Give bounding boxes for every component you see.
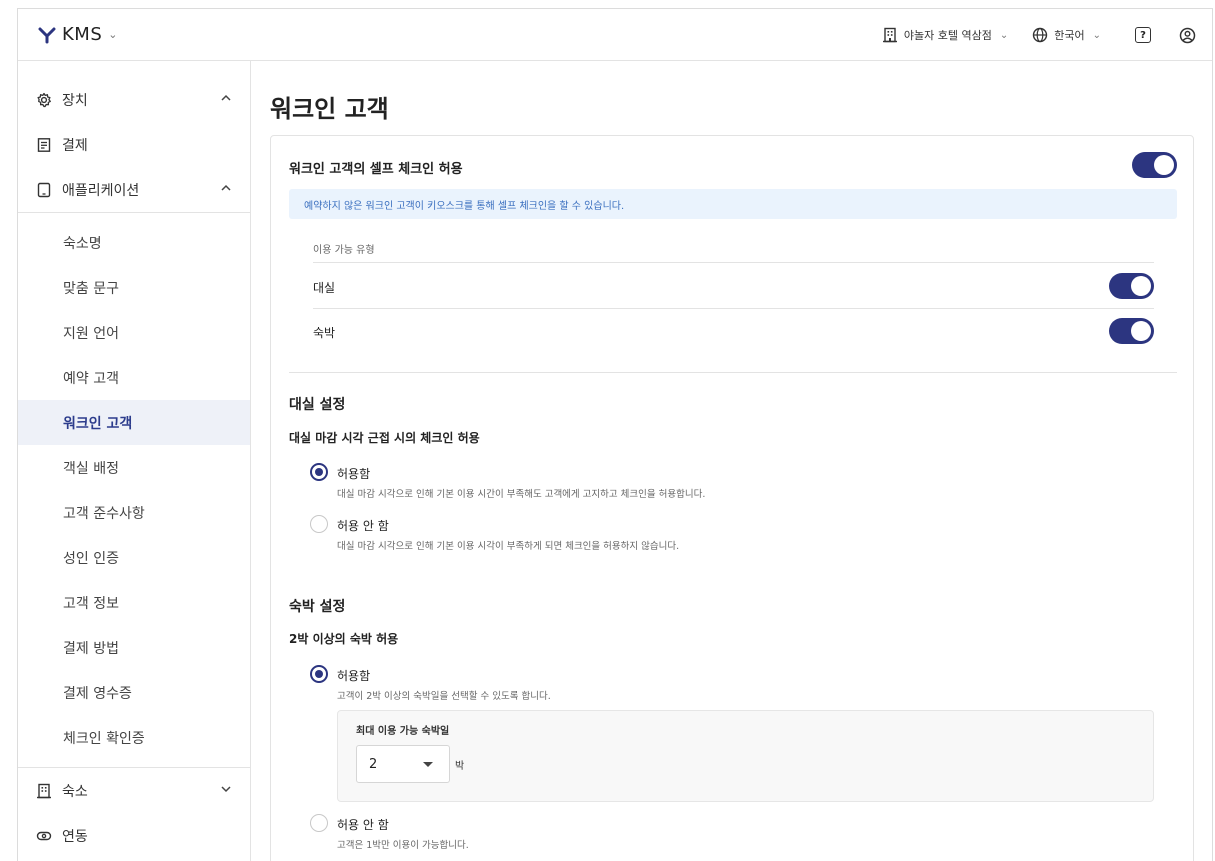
- sidebar-group-label: 연동: [62, 828, 88, 845]
- daesil-settings-heading: 대실 설정: [289, 397, 346, 413]
- sidebar-item-property-name[interactable]: 숙소명: [18, 220, 250, 265]
- building-icon: [882, 27, 897, 43]
- building-icon: [36, 783, 52, 799]
- chevron-down-icon: [221, 786, 231, 793]
- sukbak-allow-label: 허용함: [337, 669, 371, 683]
- sukbak-multi-night-heading: 2박 이상의 숙박 허용: [289, 632, 399, 646]
- receipt-icon: [36, 137, 52, 153]
- sukbak-allow-radio[interactable]: [310, 665, 328, 683]
- sidebar-item-checkin-confirmation[interactable]: 체크인 확인증: [18, 715, 250, 760]
- max-nights-select[interactable]: 2: [356, 745, 450, 783]
- property-selector[interactable]: 야놀자 호텔 역삼점 ⌄: [882, 27, 1008, 43]
- divider: [289, 372, 1177, 373]
- sidebar-item-languages[interactable]: 지원 언어: [18, 310, 250, 355]
- divider: [313, 308, 1154, 309]
- max-nights-unit: 박: [455, 761, 465, 772]
- max-nights-value: 2: [369, 757, 378, 772]
- chevron-up-icon: [221, 184, 231, 191]
- max-nights-box: 최대 이용 가능 숙박일 2 박: [337, 710, 1154, 802]
- brand-name: KMS: [62, 24, 103, 45]
- sidebar-item-payment-methods[interactable]: 결제 방법: [18, 625, 250, 670]
- sukbak-deny-label: 허용 안 함: [337, 818, 389, 832]
- sidebar-item-guest-info[interactable]: 고객 정보: [18, 580, 250, 625]
- settings-card: 워크인 고객의 셀프 체크인 허용 예약하지 않은 워크인 고객이 키오스크를 …: [270, 135, 1194, 861]
- header-actions: 야놀자 호텔 역삼점 ⌄ 한국어 ⌄ ?: [882, 9, 1212, 61]
- sidebar-group-integration[interactable]: 연동: [18, 813, 250, 858]
- chevron-down-icon: ⌄: [108, 28, 118, 41]
- sidebar-group-label: 결제: [62, 137, 88, 154]
- sidebar-group-devices[interactable]: 장치: [18, 77, 250, 122]
- sidebar-item-room-assignment[interactable]: 객실 배정: [18, 445, 250, 490]
- account-icon[interactable]: [1179, 27, 1196, 44]
- usage-type-label: 이용 가능 유형: [313, 245, 375, 256]
- daesil-checkin-heading: 대실 마감 시각 근접 시의 체크인 허용: [289, 431, 480, 445]
- gear-icon: [36, 92, 52, 108]
- globe-icon: [1033, 27, 1048, 43]
- page-title: 워크인 고객: [270, 95, 389, 123]
- app-frame: KMS ⌄ 야놀자 호텔 역삼점 ⌄ 한국어 ⌄ ? 장치 결제 애플리케이션 …: [17, 8, 1213, 861]
- sukbak-allow-desc: 고객이 2박 이상의 숙박일을 선택할 수 있도록 합니다.: [337, 691, 551, 702]
- top-header: KMS ⌄ 야놀자 호텔 역삼점 ⌄ 한국어 ⌄ ?: [18, 9, 1212, 61]
- sidebar-group-label: 숙소: [62, 783, 88, 800]
- daesil-deny-label: 허용 안 함: [337, 519, 389, 533]
- max-nights-label: 최대 이용 가능 숙박일: [356, 726, 450, 737]
- sidebar-group-label: 장치: [62, 92, 88, 109]
- brand-logo-icon: [38, 27, 56, 43]
- property-name: 야놀자 호텔 역삼점: [903, 29, 992, 42]
- chevron-up-icon: [221, 94, 231, 101]
- language-selector[interactable]: 한국어 ⌄: [1032, 27, 1101, 43]
- sidebar-group-payment[interactable]: 결제: [18, 122, 250, 167]
- brand-switcher[interactable]: KMS ⌄: [38, 24, 117, 45]
- sidebar-group-label: 애플리케이션: [62, 182, 140, 199]
- sidebar-item-guest-rules[interactable]: 고객 준수사항: [18, 490, 250, 535]
- sidebar-group-property[interactable]: 숙소: [18, 768, 250, 813]
- chevron-down-icon: ⌄: [1092, 29, 1101, 41]
- sukbak-deny-radio[interactable]: [310, 814, 328, 832]
- daesil-allow-label: 허용함: [337, 467, 371, 481]
- caret-down-icon: [423, 762, 433, 767]
- daesil-deny-desc: 대실 마감 시각으로 인해 기본 이용 시각이 부족하게 되면 체크인을 허용하…: [337, 541, 680, 552]
- sukbak-settings-heading: 숙박 설정: [289, 599, 346, 615]
- daesil-allow-radio[interactable]: [310, 463, 328, 481]
- sidebar-item-payment-receipt[interactable]: 결제 영수증: [18, 670, 250, 715]
- main-content: 워크인 고객 워크인 고객의 셀프 체크인 허용 예약하지 않은 워크인 고객이…: [252, 61, 1212, 861]
- type-sukbak-label: 숙박: [313, 326, 336, 340]
- type-sukbak-toggle[interactable]: [1109, 318, 1154, 344]
- type-daesil-toggle[interactable]: [1109, 273, 1154, 299]
- sidebar-item-reserved-guests[interactable]: 예약 고객: [18, 355, 250, 400]
- help-icon[interactable]: ?: [1135, 27, 1151, 43]
- sidebar-item-adult-verification[interactable]: 성인 인증: [18, 535, 250, 580]
- type-daesil-label: 대실: [313, 281, 336, 295]
- link-icon: [36, 828, 52, 844]
- tablet-icon: [36, 182, 52, 198]
- daesil-allow-desc: 대실 마감 시각으로 인해 기본 이용 시간이 부족해도 고객에게 고지하고 체…: [337, 489, 706, 500]
- language-name: 한국어: [1054, 29, 1085, 42]
- self-checkin-info-banner: 예약하지 않은 워크인 고객이 키오스크를 통해 셀프 체크인을 할 수 있습니…: [289, 189, 1177, 219]
- divider: [313, 262, 1154, 263]
- sidebar-item-walkin-guests[interactable]: 워크인 고객: [18, 400, 250, 445]
- daesil-deny-radio[interactable]: [310, 515, 328, 533]
- sukbak-deny-desc: 고객은 1박만 이용이 가능합니다.: [337, 840, 469, 851]
- self-checkin-label: 워크인 고객의 셀프 체크인 허용: [289, 162, 463, 177]
- self-checkin-toggle[interactable]: [1132, 152, 1177, 178]
- sidebar: 장치 결제 애플리케이션 숙소명 맞춤 문구 지원 언어 예약 고객 워크인 고…: [18, 61, 251, 861]
- chevron-down-icon: ⌄: [999, 29, 1009, 41]
- application-submenu: 숙소명 맞춤 문구 지원 언어 예약 고객 워크인 고객 객실 배정 고객 준수…: [18, 212, 250, 768]
- sidebar-group-applications[interactable]: 애플리케이션: [18, 167, 250, 212]
- sidebar-item-custom-text[interactable]: 맞춤 문구: [18, 265, 250, 310]
